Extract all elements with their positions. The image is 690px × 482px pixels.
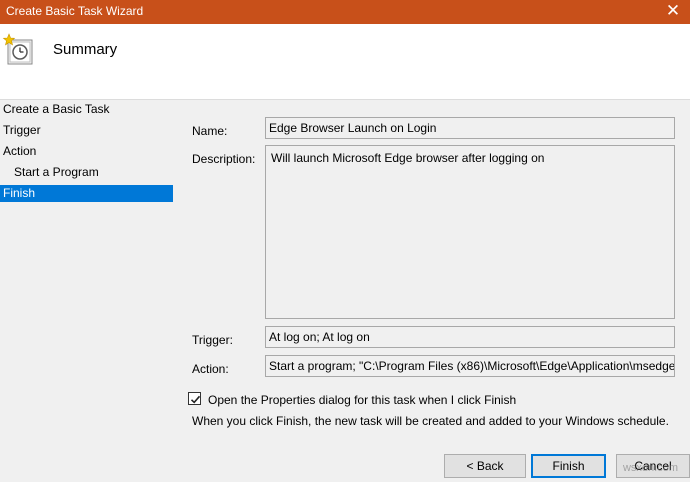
watermark: wsxdn.com	[622, 462, 678, 474]
step-action[interactable]: Action	[0, 143, 173, 160]
back-button[interactable]: < Back	[444, 454, 526, 478]
step-trigger[interactable]: Trigger	[0, 122, 173, 139]
window-title: Create Basic Task Wizard	[6, 4, 144, 18]
name-label: Name:	[192, 124, 228, 138]
checkmark-icon	[190, 395, 201, 404]
open-properties-checkbox[interactable]	[188, 392, 201, 405]
finish-info-text: When you click Finish, the new task will…	[192, 414, 669, 428]
name-field[interactable]: Edge Browser Launch on Login	[265, 117, 675, 139]
step-finish[interactable]: Finish	[0, 185, 173, 202]
finish-button[interactable]: Finish	[531, 454, 606, 478]
trigger-field[interactable]: At log on; At log on	[265, 326, 675, 348]
clock-task-icon	[2, 32, 36, 66]
step-start-a-program[interactable]: Start a Program	[0, 164, 173, 181]
wizard-header: Summary	[0, 24, 690, 100]
step-create-basic-task[interactable]: Create a Basic Task	[0, 101, 173, 118]
wizard-steps: Create a Basic Task Trigger Action Start…	[0, 100, 176, 482]
title-bar: Create Basic Task Wizard ✕	[0, 0, 690, 24]
trigger-label: Trigger:	[192, 333, 233, 347]
close-icon[interactable]: ✕	[660, 0, 686, 24]
action-field[interactable]: Start a program; "C:\Program Files (x86)…	[265, 355, 675, 377]
page-heading: Summary	[53, 41, 118, 58]
description-field[interactable]: Will launch Microsoft Edge browser after…	[265, 145, 675, 319]
description-label: Description:	[192, 152, 256, 166]
open-properties-label[interactable]: Open the Properties dialog for this task…	[208, 393, 516, 407]
action-label: Action:	[192, 362, 229, 376]
